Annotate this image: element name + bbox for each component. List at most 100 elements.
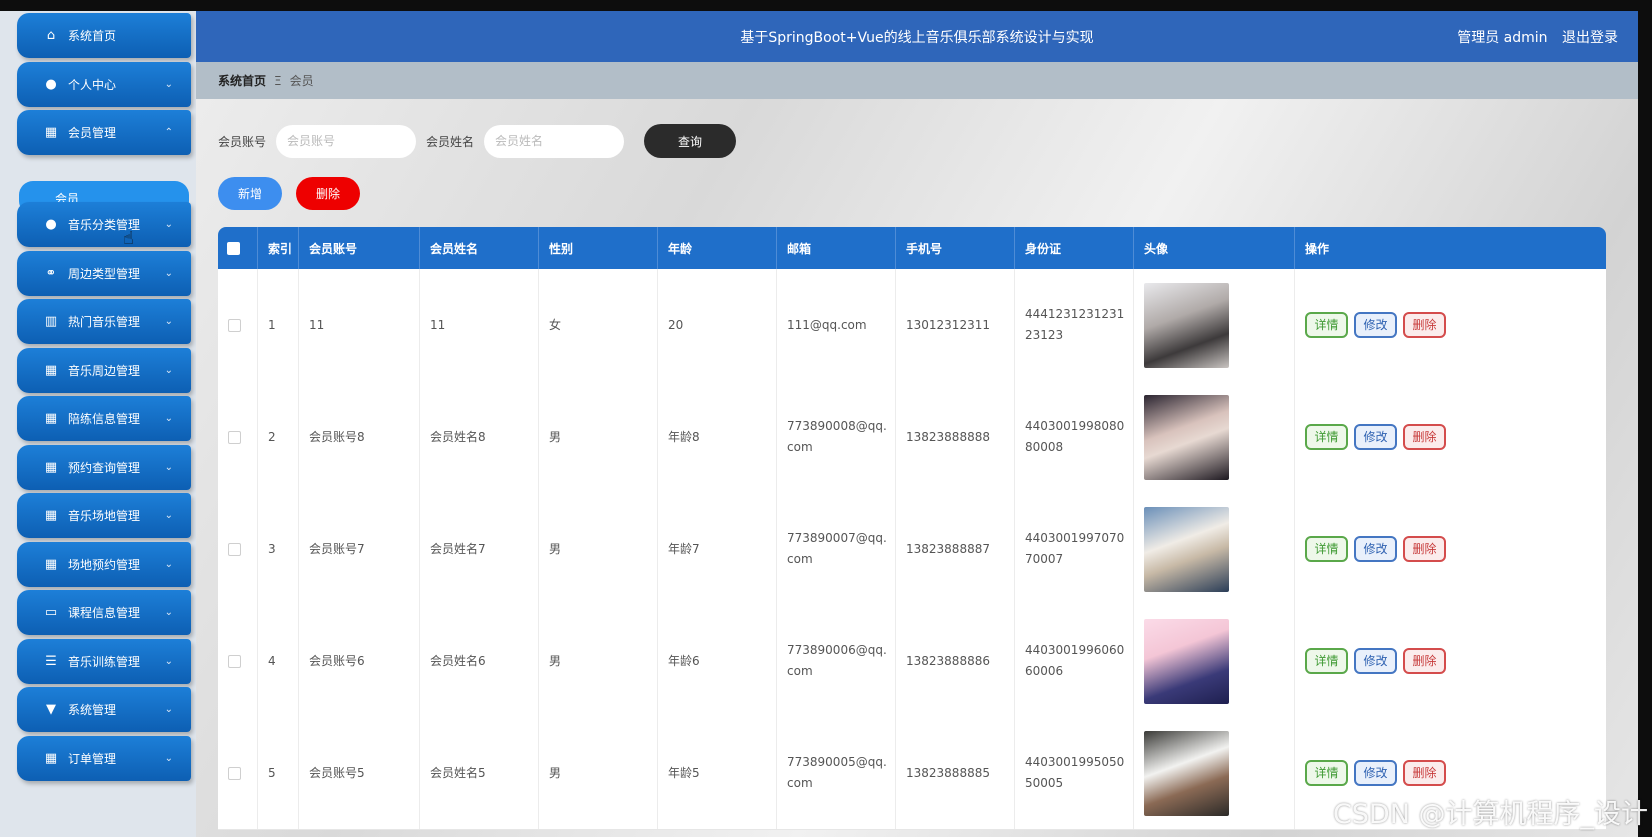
sidebar-item-orders[interactable]: ▦ 订单管理 ⌄ bbox=[17, 736, 191, 781]
grid-icon: ▦ bbox=[44, 125, 58, 140]
avatar bbox=[1144, 506, 1229, 592]
row-checkbox-cell bbox=[218, 717, 258, 829]
sidebar-item-music-category[interactable]: ● 音乐分类管理 ⌄ bbox=[17, 202, 191, 247]
sidebar-item-label: 系统管理 bbox=[68, 703, 117, 717]
row-checkbox[interactable] bbox=[228, 654, 241, 668]
cell-age: 年龄6 bbox=[658, 605, 777, 717]
batch-delete-button[interactable]: 删除 bbox=[296, 177, 360, 210]
sidebar-item-music-merch[interactable]: ▦ 音乐周边管理 ⌄ bbox=[17, 348, 191, 393]
detail-button[interactable]: 详情 bbox=[1305, 536, 1348, 562]
sidebar-item-tutor-info[interactable]: ▦ 陪练信息管理 ⌄ bbox=[17, 396, 191, 441]
sidebar-item-music-training[interactable]: ☰ 音乐训练管理 ⌄ bbox=[17, 639, 191, 684]
logout-link[interactable]: 退出登录 bbox=[1562, 30, 1618, 46]
breadcrumb: 系统首页 Ξ 会员 bbox=[196, 62, 1638, 99]
grid-icon: ▦ bbox=[44, 751, 58, 766]
cell-id-card: 440300199707070007 bbox=[1015, 493, 1134, 605]
col-gender: 性别 bbox=[539, 227, 658, 269]
chevron-down-icon: ⌄ bbox=[164, 79, 173, 90]
cell-name: 11 bbox=[420, 269, 539, 381]
cell-index: 2 bbox=[258, 381, 299, 493]
edit-button[interactable]: 修改 bbox=[1354, 760, 1397, 786]
detail-button[interactable]: 详情 bbox=[1305, 312, 1348, 338]
hand-cursor-icon: ☝ bbox=[123, 228, 134, 249]
user-icon: ● bbox=[45, 77, 57, 92]
avatar bbox=[1144, 394, 1229, 480]
chevron-down-icon: ⌄ bbox=[164, 753, 173, 764]
chevron-down-icon: ⌄ bbox=[164, 365, 173, 376]
row-checkbox[interactable] bbox=[228, 542, 241, 556]
edit-button[interactable]: 修改 bbox=[1354, 648, 1397, 674]
name-search-input[interactable] bbox=[484, 124, 625, 158]
search-bar: 会员账号 会员姓名 查询 bbox=[218, 124, 737, 158]
cell-account: 会员账号8 bbox=[299, 381, 420, 493]
delete-button[interactable]: 删除 bbox=[1403, 648, 1446, 674]
cell-account: 会员账号7 bbox=[299, 493, 420, 605]
edit-button[interactable]: 修改 bbox=[1354, 312, 1397, 338]
cell-phone: 13823888887 bbox=[896, 493, 1015, 605]
row-checkbox[interactable] bbox=[228, 318, 241, 332]
col-avatar: 头像 bbox=[1134, 227, 1295, 269]
cell-gender: 男 bbox=[539, 493, 658, 605]
detail-button[interactable]: 详情 bbox=[1305, 648, 1348, 674]
cell-actions: 详情 修改 删除 bbox=[1295, 269, 1606, 381]
window-top-border bbox=[0, 0, 1652, 11]
sidebar-item-label: 音乐场地管理 bbox=[68, 509, 141, 523]
cell-account: 会员账号6 bbox=[299, 605, 420, 717]
cell-email: 111@qq.com bbox=[777, 269, 896, 381]
edit-button[interactable]: 修改 bbox=[1354, 536, 1397, 562]
sidebar-item-course-info[interactable]: ▭ 课程信息管理 ⌄ bbox=[17, 590, 191, 635]
cell-email: 773890006@qq.com bbox=[777, 605, 896, 717]
row-checkbox[interactable] bbox=[228, 766, 241, 780]
cell-phone: 13823888888 bbox=[896, 381, 1015, 493]
name-label: 会员姓名 bbox=[426, 134, 475, 149]
grid-icon: ▦ bbox=[44, 460, 58, 475]
sidebar-item-label: 课程信息管理 bbox=[68, 606, 141, 620]
breadcrumb-home[interactable]: 系统首页 bbox=[218, 72, 266, 89]
cell-name: 会员姓名8 bbox=[420, 381, 539, 493]
sliders-icon: ☰ bbox=[45, 654, 57, 669]
col-email: 邮箱 bbox=[777, 227, 896, 269]
sidebar-item-booking-query[interactable]: ▦ 预约查询管理 ⌄ bbox=[17, 445, 191, 490]
sidebar-item-label: 音乐周边管理 bbox=[68, 364, 141, 378]
sidebar-item-label: 预约查询管理 bbox=[68, 461, 141, 475]
app-title: 基于SpringBoot+Vue的线上音乐俱乐部系统设计与实现 bbox=[740, 30, 1094, 46]
sidebar-item-member-management[interactable]: ▦ 会员管理 ⌃ bbox=[17, 110, 191, 155]
cell-gender: 女 bbox=[539, 269, 658, 381]
add-button[interactable]: 新增 bbox=[218, 177, 282, 210]
bar-chart-icon: ▥ bbox=[44, 314, 58, 329]
grid-icon: ▦ bbox=[44, 557, 58, 572]
sidebar-item-venue-booking[interactable]: ▦ 场地预约管理 ⌄ bbox=[17, 542, 191, 587]
delete-button[interactable]: 删除 bbox=[1403, 760, 1446, 786]
grid-icon: ▦ bbox=[44, 508, 58, 523]
delete-button[interactable]: 删除 bbox=[1403, 536, 1446, 562]
home-icon: ⌂ bbox=[46, 28, 56, 43]
sidebar-item-music-venue[interactable]: ▦ 音乐场地管理 ⌄ bbox=[17, 493, 191, 538]
delete-button[interactable]: 删除 bbox=[1403, 424, 1446, 450]
chevron-down-icon: ⌄ bbox=[164, 413, 173, 424]
edit-button[interactable]: 修改 bbox=[1354, 424, 1397, 450]
sidebar-item-home[interactable]: ⌂ 系统首页 bbox=[17, 13, 191, 58]
select-all-cell bbox=[218, 227, 258, 269]
cell-index: 4 bbox=[258, 605, 299, 717]
select-all-checkbox[interactable] bbox=[227, 241, 240, 255]
account-search-input[interactable] bbox=[276, 124, 417, 158]
table-row: 4 会员账号6 会员姓名6 男 年龄6 773890006@qq.com 138… bbox=[218, 605, 1606, 718]
grid-icon: ▦ bbox=[44, 411, 58, 426]
chevron-down-icon: ⌄ bbox=[164, 607, 173, 618]
cell-age: 年龄8 bbox=[658, 381, 777, 493]
detail-button[interactable]: 详情 bbox=[1305, 760, 1348, 786]
delete-button[interactable]: 删除 bbox=[1403, 312, 1446, 338]
sidebar-item-label: 个人中心 bbox=[68, 78, 117, 92]
sidebar-item-personal-center[interactable]: ● 个人中心 ⌄ bbox=[17, 62, 191, 107]
row-checkbox[interactable] bbox=[228, 430, 241, 444]
cell-email: 773890007@qq.com bbox=[777, 493, 896, 605]
row-checkbox-cell bbox=[218, 269, 258, 381]
query-button[interactable]: 查询 bbox=[644, 124, 737, 158]
sidebar-item-hot-music[interactable]: ▥ 热门音乐管理 ⌄ bbox=[17, 299, 191, 344]
sidebar-item-system[interactable]: ▼ 系统管理 ⌄ bbox=[17, 687, 191, 732]
sidebar-item-merch-type[interactable]: ⚭ 周边类型管理 ⌄ bbox=[17, 251, 191, 296]
detail-button[interactable]: 详情 bbox=[1305, 424, 1348, 450]
cell-phone: 13823888885 bbox=[896, 717, 1015, 829]
cell-account: 11 bbox=[299, 269, 420, 381]
avatar bbox=[1144, 618, 1229, 704]
